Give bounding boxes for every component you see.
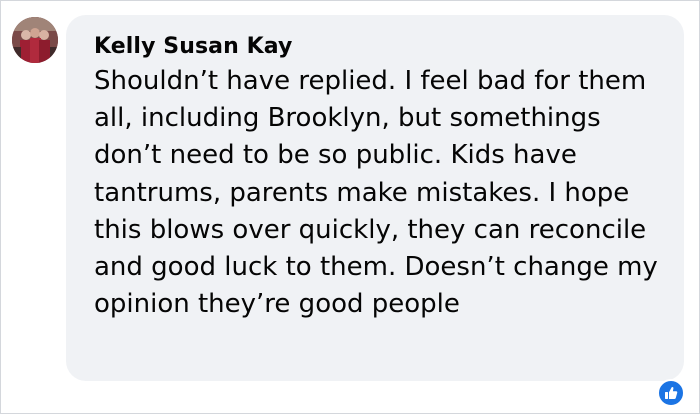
- profile-photo-icon: [12, 17, 58, 63]
- like-thumbs-up-icon: [665, 387, 678, 399]
- like-reaction-badge[interactable]: [657, 379, 685, 407]
- comment-author-name[interactable]: Kelly Susan Kay: [94, 33, 660, 61]
- comment-bubble: Kelly Susan Kay Shouldn’t have replied. …: [66, 15, 684, 381]
- avatar[interactable]: [12, 17, 58, 63]
- comment-text: Shouldn’t have replied. I feel bad for t…: [94, 66, 658, 320]
